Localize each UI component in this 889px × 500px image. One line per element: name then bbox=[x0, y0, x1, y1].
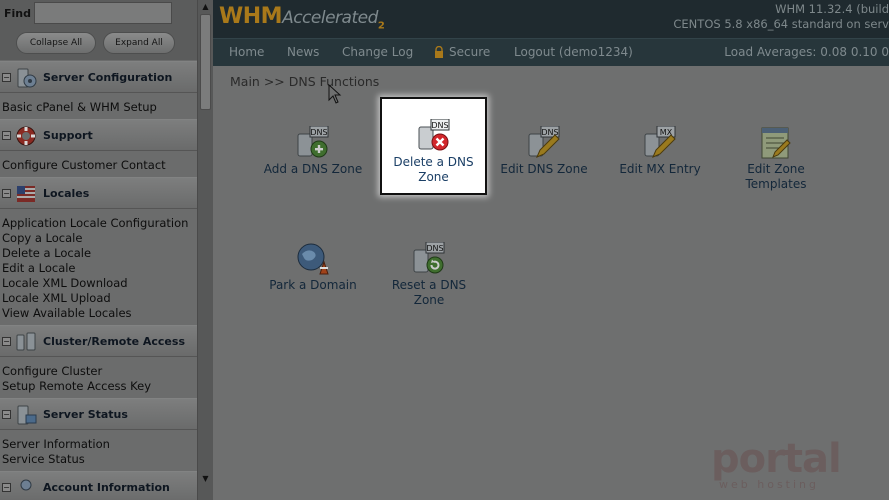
function-add-dns-zone[interactable]: DNS Add a DNS Zone bbox=[261, 126, 365, 177]
section-title: Server Configuration bbox=[43, 71, 173, 84]
nav-changelog[interactable]: Change Log bbox=[342, 45, 413, 59]
function-label: Delete a DNS Zone bbox=[393, 155, 474, 184]
collapse-toggle-icon[interactable]: − bbox=[2, 483, 11, 492]
sidebar-item-basic-setup[interactable]: Basic cPanel & WHM Setup bbox=[2, 100, 157, 114]
sidebar-item-app-locale[interactable]: Application Locale Configuration bbox=[2, 216, 188, 230]
sidebar-item-customer-contact[interactable]: Configure Customer Contact bbox=[2, 158, 166, 172]
dns-add-icon: DNS bbox=[297, 126, 329, 158]
section-cluster-remote-access[interactable]: − Cluster/Remote Access bbox=[0, 325, 197, 357]
breadcrumb: Main >> DNS Functions bbox=[230, 74, 380, 89]
section-title: Account Information bbox=[43, 481, 170, 494]
collapse-toggle-icon[interactable]: − bbox=[2, 189, 11, 198]
dns-reset-icon: DNS bbox=[413, 242, 445, 274]
function-label: Edit DNS Zone bbox=[500, 162, 588, 176]
sidebar-item-server-information[interactable]: Server Information bbox=[2, 437, 110, 451]
collapse-toggle-icon[interactable]: − bbox=[2, 73, 11, 82]
mouse-cursor-icon bbox=[328, 84, 342, 104]
version-text: WHM 11.32.4 (build bbox=[775, 2, 889, 16]
sidebar-item-edit-locale[interactable]: Edit a Locale bbox=[2, 261, 76, 275]
svg-text:DNS: DNS bbox=[310, 128, 327, 137]
function-label: Reset a DNS Zone bbox=[391, 278, 467, 307]
function-label: Edit Zone Templates bbox=[745, 162, 807, 191]
scroll-up-icon[interactable]: ▲ bbox=[198, 0, 213, 14]
find-bar: Find Collapse All Expand All bbox=[0, 0, 197, 60]
sidebar-item-copy-locale[interactable]: Copy a Locale bbox=[2, 231, 82, 245]
cluster-icon bbox=[16, 332, 36, 351]
function-label: Add a DNS Zone bbox=[263, 162, 363, 176]
function-edit-mx-entry[interactable]: MX Edit MX Entry bbox=[608, 126, 712, 177]
section-locales[interactable]: − Locales bbox=[0, 177, 197, 209]
collapse-toggle-icon[interactable]: − bbox=[2, 131, 11, 140]
sidebar-item-view-locales[interactable]: View Available Locales bbox=[2, 306, 132, 320]
section-server-configuration[interactable]: − Server Configuration bbox=[0, 61, 197, 93]
scroll-thumb[interactable] bbox=[200, 14, 211, 110]
section-title: Cluster/Remote Access bbox=[43, 335, 185, 348]
find-input[interactable] bbox=[34, 2, 172, 24]
function-edit-dns-zone[interactable]: DNS Edit DNS Zone bbox=[492, 126, 596, 177]
park-domain-icon bbox=[297, 243, 329, 275]
nav-home[interactable]: Home bbox=[229, 45, 264, 59]
function-park-domain[interactable]: Park a Domain bbox=[261, 242, 365, 293]
main-content: WHMAccelerated2 WHM 11.32.4 (build CENTO… bbox=[213, 0, 889, 500]
sidebar-scrollbar[interactable]: ▲ ▼ bbox=[197, 0, 213, 500]
zone-templates-icon bbox=[761, 127, 791, 159]
logo-accel: Accelerated bbox=[282, 8, 378, 28]
account-icon bbox=[20, 479, 32, 491]
collapse-all-button[interactable]: Collapse All bbox=[16, 32, 96, 54]
nav-secure[interactable]: Secure bbox=[449, 45, 490, 59]
section-title: Server Status bbox=[43, 408, 128, 421]
logo-main: WHM bbox=[219, 4, 283, 29]
nav-news[interactable]: News bbox=[287, 45, 319, 59]
section-title: Support bbox=[43, 129, 93, 142]
section-title: Locales bbox=[43, 187, 90, 200]
sidebar-item-locale-xml-upload[interactable]: Locale XML Upload bbox=[2, 291, 111, 305]
function-reset-dns-zone[interactable]: DNS Reset a DNS Zone bbox=[377, 242, 481, 308]
logo-sub: 2 bbox=[377, 20, 385, 32]
collapse-toggle-icon[interactable]: − bbox=[2, 410, 11, 419]
sidebar-item-service-status[interactable]: Service Status bbox=[2, 452, 85, 466]
dns-edit-icon: DNS bbox=[528, 126, 560, 158]
sidebar-item-remote-access-key[interactable]: Setup Remote Access Key bbox=[2, 379, 151, 393]
mx-edit-icon: MX bbox=[644, 126, 676, 158]
whm-logo[interactable]: WHMAccelerated2 bbox=[219, 4, 385, 32]
lifebuoy-icon bbox=[16, 126, 36, 146]
svg-text:DNS: DNS bbox=[426, 244, 443, 253]
sidebar: Find Collapse All Expand All − Server Co… bbox=[0, 0, 197, 500]
function-delete-dns-zone[interactable]: DNS Delete a DNS Zone bbox=[380, 97, 487, 195]
section-support[interactable]: − Support bbox=[0, 119, 197, 151]
function-edit-zone-templates[interactable]: Edit Zone Templates bbox=[724, 126, 828, 192]
collapse-toggle-icon[interactable]: − bbox=[2, 337, 11, 346]
svg-text:DNS: DNS bbox=[431, 121, 448, 130]
portal-watermark-logo: portal web hosting bbox=[711, 436, 842, 491]
load-averages: Load Averages: 0.08 0.10 0 bbox=[724, 45, 889, 59]
dns-delete-icon: DNS bbox=[418, 119, 449, 151]
function-label: Edit MX Entry bbox=[619, 162, 701, 176]
svg-text:web hosting: web hosting bbox=[719, 478, 819, 491]
sidebar-item-delete-locale[interactable]: Delete a Locale bbox=[2, 246, 91, 260]
scroll-down-icon[interactable]: ▼ bbox=[198, 472, 213, 486]
flag-icon bbox=[17, 186, 35, 202]
section-account-information[interactable]: − Account Information bbox=[0, 471, 197, 500]
server-status-icon bbox=[17, 405, 37, 425]
function-label: Park a Domain bbox=[269, 278, 357, 292]
expand-all-button[interactable]: Expand All bbox=[103, 32, 175, 54]
header: WHMAccelerated2 WHM 11.32.4 (build CENTO… bbox=[213, 0, 889, 38]
nav-logout[interactable]: Logout (demo1234) bbox=[514, 45, 633, 59]
server-config-icon bbox=[17, 68, 37, 88]
svg-text:portal: portal bbox=[711, 436, 841, 482]
find-label: Find bbox=[4, 7, 31, 20]
top-nav: Home News Change Log Secure Logout (demo… bbox=[213, 38, 889, 66]
lock-icon bbox=[435, 46, 443, 58]
sidebar-item-locale-xml-download[interactable]: Locale XML Download bbox=[2, 276, 128, 290]
sidebar-item-configure-cluster[interactable]: Configure Cluster bbox=[2, 364, 102, 378]
section-server-status[interactable]: − Server Status bbox=[0, 398, 197, 430]
os-text: CENTOS 5.8 x86_64 standard on serv bbox=[673, 17, 889, 31]
